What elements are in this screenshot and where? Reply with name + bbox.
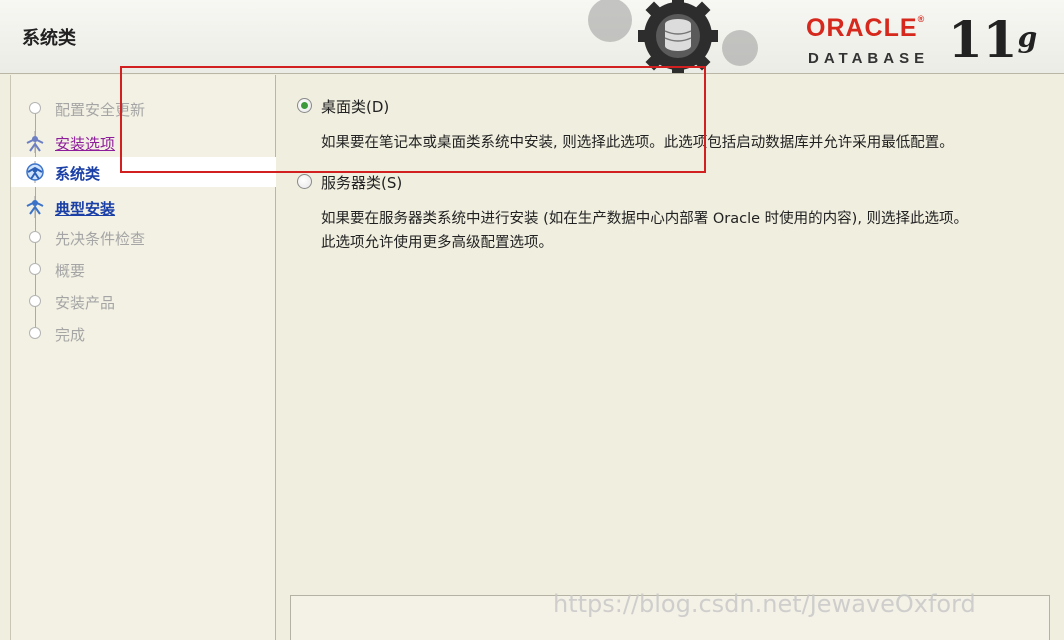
steps-nav: 配置安全更新 安装选项 系统类 典型安装 先决条件检查 概要 安装产品 完成 <box>10 75 276 640</box>
desktop-class-label[interactable]: 桌面类(D) <box>321 96 389 117</box>
step-typical-install[interactable]: 典型安装 <box>11 192 276 222</box>
step-label: 完成 <box>55 326 86 344</box>
step-label: 典型安装 <box>55 200 116 218</box>
installer-window: 系统类 ORACLE® DATABASE 11g 配置安全更新 安装选项 系统类… <box>0 0 1064 640</box>
step-dot-icon <box>29 295 41 307</box>
step-dot-icon <box>29 263 41 275</box>
step-summary: 概要 <box>11 254 276 284</box>
oracle-logo: ORACLE® DATABASE <box>806 14 930 67</box>
page-title: 系统类 <box>22 28 76 49</box>
step-install-product: 安装产品 <box>11 286 276 316</box>
server-class-description-1: 如果要在服务器类系统中进行安装 (如在生产数据中心内部署 Oracle 时使用的… <box>321 211 969 227</box>
step-person-icon <box>26 131 44 153</box>
step-dot-icon <box>29 102 41 114</box>
step-current-icon <box>26 161 44 183</box>
step-dot-icon <box>29 231 41 243</box>
step-label: 系统类 <box>55 165 101 183</box>
gear-database-icon <box>588 0 758 73</box>
step-label: 配置安全更新 <box>55 101 146 119</box>
step-install-options[interactable]: 安装选项 <box>11 127 276 157</box>
desktop-class-radio[interactable] <box>297 98 312 113</box>
step-finish: 完成 <box>11 318 276 348</box>
step-label: 先决条件检查 <box>55 230 146 248</box>
step-label: 安装选项 <box>55 135 116 153</box>
step-label: 安装产品 <box>55 294 116 312</box>
watermark-text: https://blog.csdn.net/JewaveOxford <box>553 590 976 618</box>
step-configure-security: 配置安全更新 <box>11 93 276 123</box>
step-prereq-check: 先决条件检查 <box>11 222 276 252</box>
header-banner: 系统类 ORACLE® DATABASE 11g <box>0 0 1064 74</box>
step-label: 概要 <box>55 262 86 280</box>
main-content: 桌面类(D) 如果要在笔记本或桌面类系统中安装, 则选择此选项。此选项包括启动数… <box>277 75 1064 640</box>
server-class-description-2: 此选项允许使用更多高级配置选项。 <box>321 235 553 251</box>
step-system-class[interactable]: 系统类 <box>11 157 276 187</box>
step-dot-icon <box>29 327 41 339</box>
server-class-label[interactable]: 服务器类(S) <box>321 172 402 193</box>
server-class-radio[interactable] <box>297 174 312 189</box>
step-person-icon <box>26 196 44 218</box>
desktop-class-description: 如果要在笔记本或桌面类系统中安装, 则选择此选项。此选项包括启动数据库并允许采用… <box>321 135 954 151</box>
version-logo: 11g <box>948 10 1038 69</box>
